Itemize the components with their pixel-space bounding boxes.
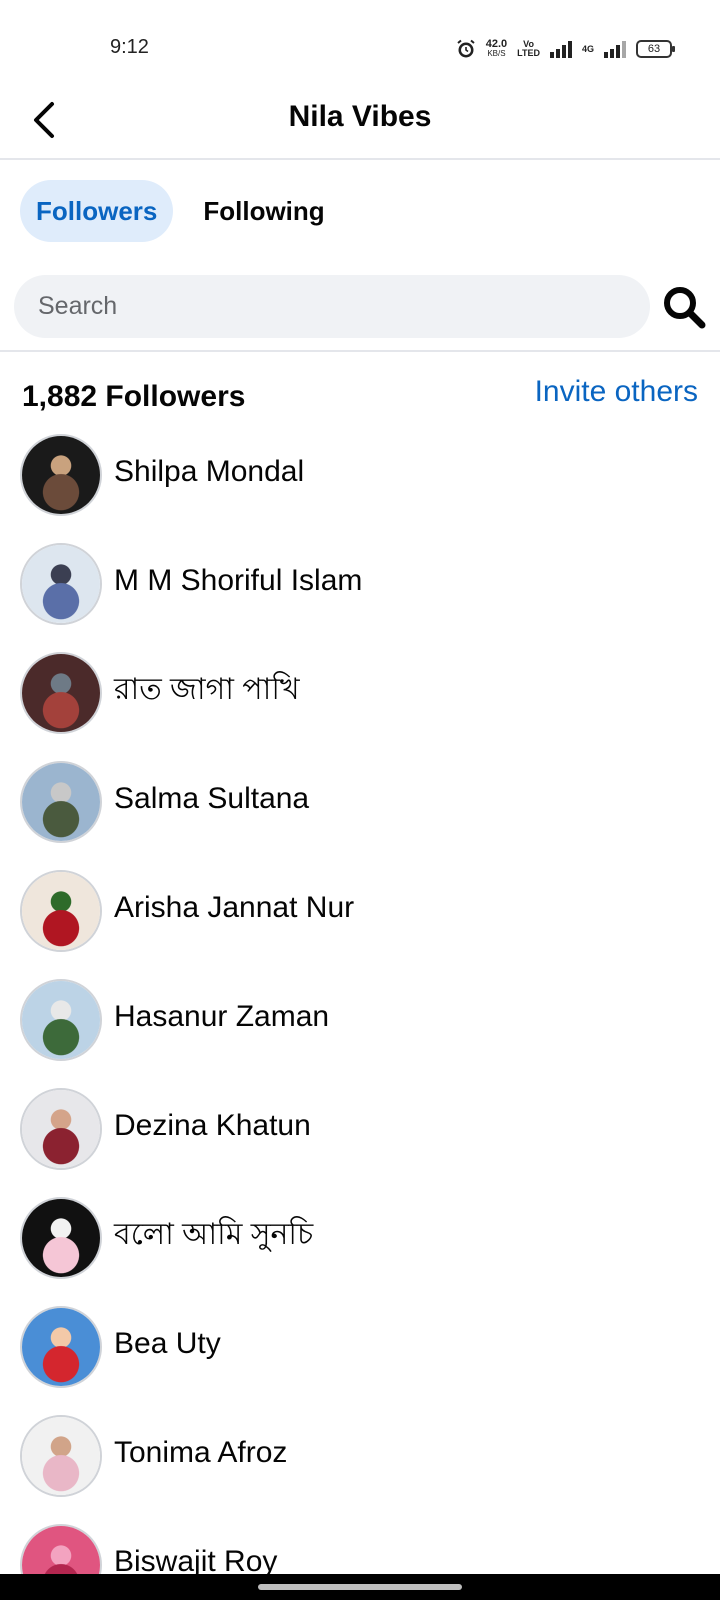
avatar-image [22,763,100,841]
tab-following[interactable]: Following [187,180,340,242]
follower-row[interactable]: Tonima Afroz [20,1415,720,1524]
alarm-icon [457,39,475,58]
avatar-image [22,545,100,623]
follower-name[interactable]: M M Shoriful Islam [114,543,362,619]
followers-summary: 1,882 Followers Invite others [22,375,698,420]
home-gesture-handle[interactable] [258,1584,462,1590]
network-type: 4G [582,44,594,54]
follower-row[interactable]: Salma Sultana [20,761,720,870]
avatar-image [22,1417,100,1495]
follower-name[interactable]: Shilpa Mondal [114,434,304,510]
avatar[interactable] [20,1415,102,1497]
follower-row[interactable]: Hasanur Zaman [20,979,720,1088]
signal-icon [549,40,572,58]
avatar-image [22,1090,100,1168]
page-title: Nila Vibes [288,100,432,133]
follower-row[interactable]: Bea Uty [20,1306,720,1415]
followers-list: Shilpa Mondal M M Shoriful Islam রাত জাগা … [20,434,720,1600]
invite-others-link[interactable]: Invite others [535,375,698,409]
avatar[interactable] [20,652,102,734]
avatar[interactable] [20,543,102,625]
search-input[interactable] [38,292,650,321]
avatar-image [22,1308,100,1386]
search-button[interactable] [660,283,708,331]
follower-row[interactable]: Shilpa Mondal [20,434,720,543]
follower-name[interactable]: Arisha Jannat Nur [114,870,354,946]
avatar[interactable] [20,1088,102,1170]
status-icons: 42.0 KB/S Vo LTED 4G 63 [456,36,675,62]
battery-icon: 63 [636,40,675,58]
follower-name[interactable]: Salma Sultana [114,761,309,837]
avatar[interactable] [20,1197,102,1279]
divider [0,350,720,352]
follower-name[interactable]: Hasanur Zaman [114,979,329,1055]
tab-followers[interactable]: Followers [20,180,174,242]
follower-name[interactable]: বলো আমি সুনচি [114,1197,313,1273]
follower-name[interactable]: রাত জাগা পাখি [114,652,300,728]
avatar[interactable] [20,979,102,1061]
follower-row[interactable]: রাত জাগা পাখি [20,652,720,761]
follower-row[interactable]: বলো আমি সুনচি [20,1197,720,1306]
navigation-bar [0,1574,720,1600]
network-speed: 42.0 KB/S [486,39,507,59]
follower-name[interactable]: Dezina Khatun [114,1088,311,1164]
followers-count: 1,882 Followers [22,380,246,413]
avatar-image [22,1199,100,1277]
avatar[interactable] [20,761,102,843]
volte-label-2: LTED [517,48,540,58]
status-bar: 9:12 42.0 KB/S Vo LTED 4G 63 [0,0,720,90]
network-type-label: 4G [581,44,594,54]
follower-row[interactable]: M M Shoriful Islam [20,543,720,652]
signal-icon-2 [604,40,626,58]
search-icon [664,287,706,329]
follower-row[interactable]: Dezina Khatun [20,1088,720,1197]
avatar-image [22,981,100,1059]
volte-indicator: Vo LTED [517,40,540,58]
avatar[interactable] [20,1306,102,1388]
avatar-image [22,436,100,514]
network-speed-unit: KB/S [487,49,506,58]
follower-name[interactable]: Tonima Afroz [114,1415,287,1491]
battery-level: 63 [647,43,661,55]
avatar-image [22,654,100,732]
header: Nila Vibes [0,90,720,160]
status-time: 9:12 [110,36,149,58]
follower-name[interactable]: Bea Uty [114,1306,221,1382]
search-bar [14,275,650,338]
tabs: Followers Following [20,180,341,242]
avatar[interactable] [20,434,102,516]
avatar-image [22,872,100,950]
avatar[interactable] [20,870,102,952]
follower-row[interactable]: Arisha Jannat Nur [20,870,720,979]
